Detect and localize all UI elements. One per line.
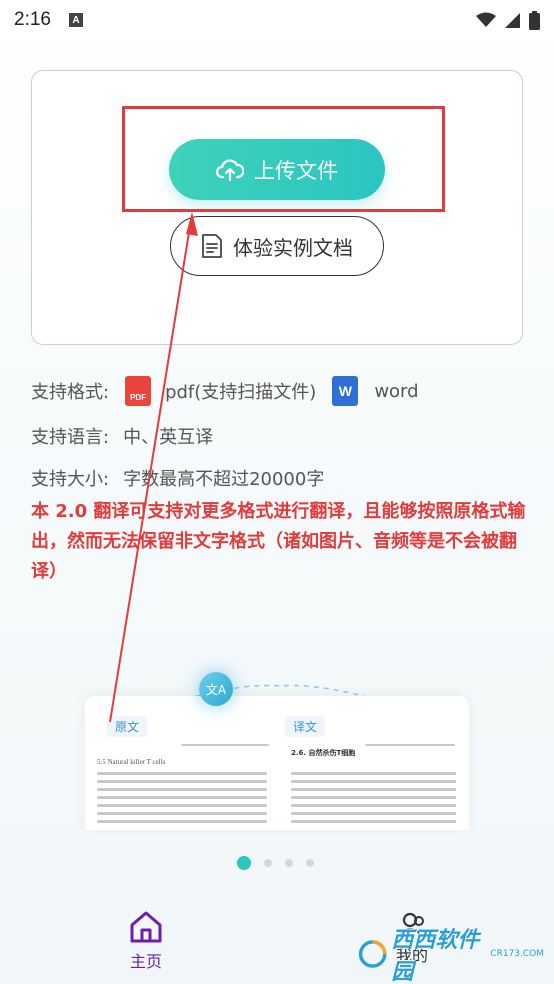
- doc-line: [97, 772, 267, 775]
- document-icon: [202, 234, 222, 258]
- doc-line: [97, 804, 267, 807]
- doc-line: [291, 804, 456, 807]
- cloud-upload-icon: [216, 158, 244, 181]
- supported-size-value: 字数最高不超过20000字: [123, 469, 325, 490]
- target-heading: 2.6. 自然杀伤T细胞: [291, 749, 356, 757]
- carousel-dot[interactable]: [237, 856, 251, 870]
- doc-line: [97, 788, 267, 791]
- doc-line: [291, 772, 456, 775]
- doc-line: [291, 796, 456, 799]
- word-icon: W: [332, 376, 359, 406]
- upload-file-label: 上传文件: [254, 158, 338, 183]
- status-right: [476, 10, 540, 30]
- sample-document-label: 体验实例文档: [233, 235, 353, 260]
- supported-size-label: 支持大小:: [31, 469, 110, 490]
- status-bar: 2:16 A: [0, 0, 554, 40]
- watermark-logo-icon: [358, 940, 387, 968]
- supported-languages-label: 支持语言:: [31, 427, 110, 448]
- pdf-icon: PDF: [125, 376, 152, 406]
- doc-line: [365, 744, 455, 746]
- status-time: 2:16: [14, 9, 51, 30]
- pdf-format-label: pdf(支持扫描文件): [165, 382, 317, 403]
- watermark: 西西软件园 CR173.COM: [358, 928, 544, 984]
- source-tag: 原文: [107, 716, 148, 737]
- signal-icon: [505, 12, 520, 28]
- translation-preview: 原文 译文 5.5 Natural killer T cells 2.6. 自然…: [85, 696, 469, 830]
- word-format-label: word: [374, 380, 419, 402]
- doc-line: [181, 744, 269, 746]
- doc-line: [291, 788, 456, 791]
- carousel-dot[interactable]: [264, 859, 272, 867]
- doc-line: [97, 820, 267, 823]
- tab-home[interactable]: 主页: [110, 910, 182, 972]
- doc-line: [97, 780, 267, 783]
- supported-languages-value: 中、英互译: [123, 427, 214, 448]
- watermark-sub: CR173.COM: [490, 949, 544, 959]
- translation-notice: 本 2.0 翻译可支持对更多格式进行翻译，且能够按照原格式输出，然而无法保留非文…: [31, 501, 526, 582]
- doc-line: [97, 796, 267, 799]
- supported-languages-row: 支持语言: 中、英互译: [31, 423, 213, 449]
- translate-icon: 文A: [199, 672, 233, 706]
- tab-home-label: 主页: [129, 952, 162, 971]
- wifi-icon: [476, 12, 496, 27]
- upload-file-button[interactable]: 上传文件: [169, 139, 385, 200]
- sample-document-button[interactable]: 体验实例文档: [170, 216, 384, 276]
- notification-icon: A: [68, 13, 83, 27]
- carousel-indicator: [237, 856, 314, 870]
- battery-icon: [529, 10, 540, 30]
- carousel-dot[interactable]: [285, 859, 293, 867]
- doc-line: [291, 780, 456, 783]
- doc-line: [291, 820, 456, 823]
- supported-formats-row: 支持格式: PDF pdf(支持扫描文件) W word: [31, 376, 419, 406]
- target-tag: 译文: [285, 716, 326, 737]
- doc-line: [97, 812, 267, 815]
- supported-size-row: 支持大小: 字数最高不超过20000字: [31, 465, 324, 491]
- watermark-text: 西西软件园: [391, 928, 480, 984]
- home-icon: [130, 911, 162, 943]
- carousel-dot[interactable]: [306, 859, 314, 867]
- doc-line: [291, 812, 456, 815]
- supported-formats-label: 支持格式:: [31, 382, 110, 403]
- source-heading: 5.5 Natural killer T cells: [97, 758, 166, 766]
